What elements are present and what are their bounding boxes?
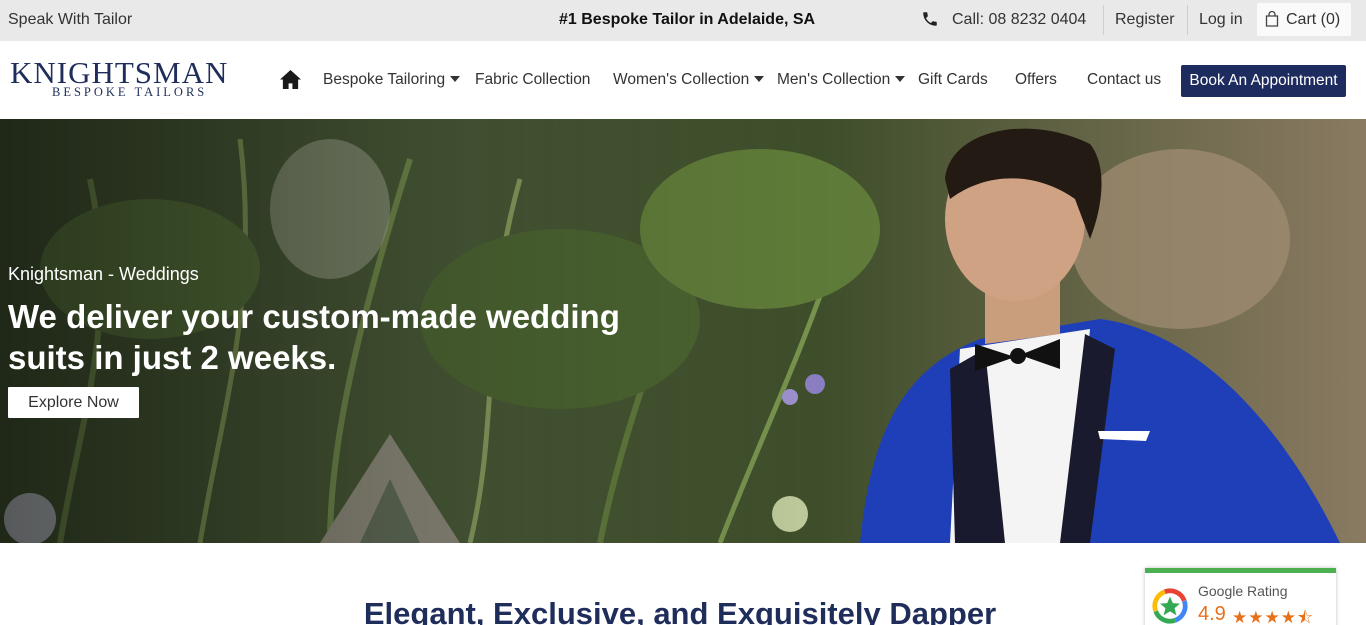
- nav-label: Gift Cards: [918, 71, 988, 88]
- home-icon[interactable]: [279, 69, 302, 90]
- nav-womens-collection[interactable]: Women's Collection: [613, 71, 765, 89]
- logo[interactable]: KNIGHTSMAN BESPOKE TAILORS: [10, 55, 256, 103]
- book-appointment-button[interactable]: Book An Appointment: [1181, 65, 1346, 97]
- nav-fabric-collection[interactable]: Fabric Collection: [475, 71, 590, 89]
- google-rating-badge[interactable]: Google Rating 4.9 ★★★★⯪: [1145, 568, 1336, 625]
- login-link[interactable]: Log in: [1199, 11, 1243, 29]
- nav-mens-collection[interactable]: Men's Collection: [777, 71, 906, 89]
- cart-button[interactable]: Cart (0): [1257, 3, 1351, 36]
- hero-banner: Knightsman - Weddings We deliver your cu…: [0, 119, 1366, 543]
- register-link[interactable]: Register: [1115, 11, 1175, 29]
- nav-contact-us[interactable]: Contact us: [1087, 71, 1161, 89]
- cart-icon: [1265, 11, 1279, 27]
- nav-bespoke-tailoring[interactable]: Bespoke Tailoring: [323, 71, 461, 89]
- rating-stars: ★★★★⯪: [1232, 608, 1315, 625]
- logo-subtitle: BESPOKE TAILORS: [52, 85, 208, 99]
- phone-link[interactable]: Call: 08 8232 0404: [952, 11, 1086, 29]
- google-icon: [1152, 588, 1188, 624]
- hero-eyebrow: Knightsman - Weddings: [8, 264, 199, 284]
- caret-down-icon: [450, 76, 461, 82]
- cart-label: Cart (0): [1286, 11, 1341, 28]
- nav-label: Men's Collection: [777, 71, 891, 88]
- top-bar: Speak With Tailor #1 Bespoke Tailor in A…: [0, 0, 1366, 41]
- tagline: #1 Bespoke Tailor in Adelaide, SA: [559, 11, 816, 28]
- rating-label: Google Rating: [1198, 583, 1288, 599]
- nav-label: Women's Collection: [613, 71, 750, 88]
- main-nav: KNIGHTSMAN BESPOKE TAILORS Bespoke Tailo…: [0, 41, 1366, 119]
- speak-with-tailor-link[interactable]: Speak With Tailor: [8, 11, 132, 29]
- nav-offers[interactable]: Offers: [1015, 71, 1057, 89]
- divider: [1187, 5, 1188, 35]
- explore-now-button[interactable]: Explore Now: [8, 387, 139, 418]
- rating-score: 4.9: [1198, 603, 1226, 625]
- divider: [1103, 5, 1104, 35]
- caret-down-icon: [754, 76, 765, 82]
- nav-label: Contact us: [1087, 71, 1162, 88]
- caret-down-icon: [895, 76, 906, 82]
- nav-label: Offers: [1015, 71, 1057, 88]
- nav-label: Bespoke Tailoring: [323, 71, 446, 88]
- phone-icon: [923, 12, 937, 26]
- nav-label: Fabric Collection: [475, 71, 591, 88]
- hero-headline: We deliver your custom-made wedding suit…: [8, 298, 620, 376]
- nav-gift-cards[interactable]: Gift Cards: [918, 71, 988, 89]
